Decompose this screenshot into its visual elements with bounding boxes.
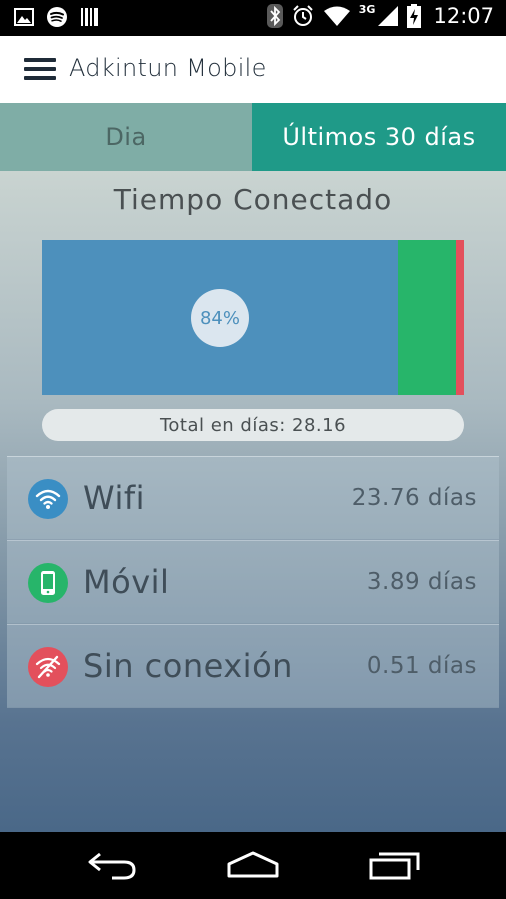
connection-list: Wifi 23.76 días Móvil 3.89 días Sin cone… [7,456,499,708]
navigation-bar [0,832,506,899]
section-title: Tiempo Conectado [113,183,393,216]
row-label: Wifi [83,479,145,517]
tab-ultimos-30-dias[interactable]: Últimos 30 días [252,103,506,171]
status-bar: 3G 12:07 [0,0,506,36]
row-value: 0.51 días [366,653,477,679]
tab-dia[interactable]: Dia [0,103,252,171]
network-type: 3G [358,2,376,16]
wifi-percentage-badge: 84% [191,289,249,347]
main-content: Dia Últimos 30 días Tiempo Conectado 84%… [0,103,506,832]
bluetooth-icon [266,4,283,28]
total-days-label: Total en días: 28.16 [42,409,464,441]
clock: 12:07 [433,4,494,28]
phone-icon [28,563,68,603]
movil-segment [398,240,456,395]
list-item-movil[interactable]: Móvil 3.89 días [7,540,499,624]
recents-icon[interactable] [368,850,422,880]
home-icon[interactable] [226,850,280,880]
spotify-icon [47,7,67,27]
usage-stacked-bar: 84% [42,240,464,395]
barcode-icon [81,8,98,26]
cell-signal-icon [378,6,399,26]
wifi-icon [28,479,68,519]
tab-bar: Dia Últimos 30 días [0,103,506,171]
wifi-segment: 84% [42,240,398,395]
app-title: Adkintun Mobile [69,54,267,82]
row-value: 3.89 días [366,569,477,595]
row-label: Sin conexión [83,647,293,685]
hamburger-menu-icon[interactable] [24,58,56,80]
row-value: 23.76 días [351,485,477,511]
row-label: Móvil [83,563,170,601]
battery-charging-icon [407,4,422,28]
back-icon[interactable] [86,850,138,880]
sin-conexion-segment [456,240,464,395]
wifi-signal-icon [323,6,350,26]
list-item-sin-conexion[interactable]: Sin conexión 0.51 días [7,624,499,708]
alarm-icon [293,5,313,26]
app-bar: Adkintun Mobile [0,36,506,103]
no-wifi-icon [28,647,68,687]
image-icon [14,8,34,26]
list-item-wifi[interactable]: Wifi 23.76 días [7,456,499,540]
